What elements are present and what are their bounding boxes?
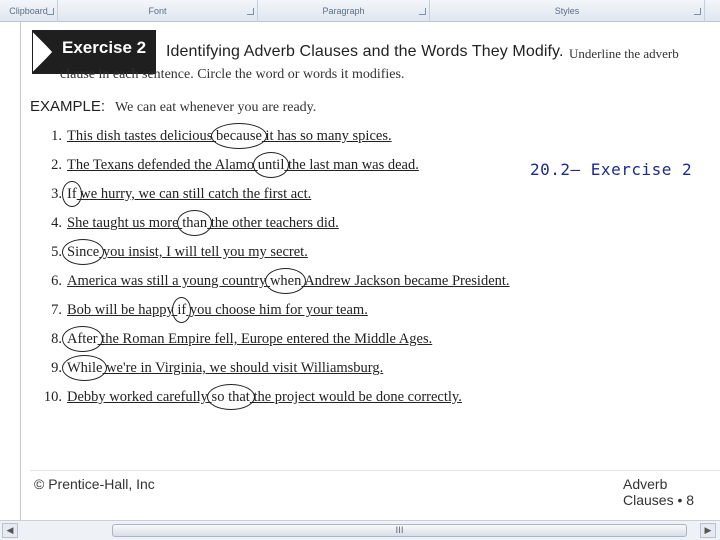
list-item: 8. After the Roman Empire fell, Europe en… — [30, 326, 433, 352]
sentence-part: The Texans defended the Alamo — [67, 157, 258, 173]
slide-canvas — [20, 22, 720, 520]
adverb-clause: the other teachers did. — [207, 215, 339, 231]
sentence-part: This dish tastes delicious — [67, 128, 217, 144]
list-item: 10. Debby worked carefully so that the pr… — [30, 384, 462, 410]
example-tag: EXAMPLE: — [30, 98, 106, 115]
adverb-clause: it has so many spices. — [261, 128, 392, 144]
slide-title: 20.2– Exercise 2 — [530, 160, 693, 179]
list-item: 2. The Texans defended the Alamo until th… — [30, 152, 419, 178]
adverb-clause: you insist, I will tell you my secret. — [99, 244, 308, 260]
ribbon-group-clipboard[interactable]: Clipboard — [0, 0, 58, 22]
item-number: 1. — [51, 128, 62, 144]
scrollbar-thumb[interactable]: III — [112, 524, 687, 537]
list-item: 7. Bob will be happy if you choose him fo… — [30, 297, 368, 323]
instruction-line-2: clause in each sentence. Circle the word… — [60, 67, 405, 82]
item-number: 3. — [51, 186, 62, 202]
exercise-badge-label: Exercise 2 — [62, 38, 147, 57]
ribbon-group-bar: Clipboard Font Paragraph Styles — [0, 0, 720, 22]
dialog-launcher-icon[interactable] — [47, 8, 54, 15]
item-number: 7. — [51, 302, 62, 318]
ribbon-group-label: Styles — [554, 6, 580, 16]
item-number: 6. — [51, 273, 62, 289]
sentence-part: Debby worked carefully — [67, 389, 212, 405]
exercise-heading: Identifying Adverb Clauses and the Words… — [166, 43, 564, 60]
circled-word: After — [62, 326, 103, 352]
instruction-line-1: Underline the adverb — [569, 46, 679, 61]
ribbon-group-font[interactable]: Font — [58, 0, 258, 22]
list-item: 9. While we're in Virginia, we should vis… — [30, 355, 384, 381]
adverb-clause: we're in Virginia, we should visit Willi… — [102, 360, 384, 376]
dialog-launcher-icon[interactable] — [694, 8, 701, 15]
example-text: We can eat whenever you are ready. — [115, 100, 317, 115]
dialog-launcher-icon[interactable] — [247, 8, 254, 15]
adverb-clause: the project would be done correctly. — [249, 389, 462, 405]
circled-word: when — [264, 268, 307, 294]
adverb-clause: you choose him for your team. — [186, 302, 368, 318]
sentence-part: Bob will be happy — [67, 302, 178, 318]
circled-word: if — [172, 297, 192, 323]
circled-word: While — [61, 355, 108, 381]
adverb-clause: we hurry, we can still catch the first a… — [76, 186, 312, 202]
sentence-part: She taught us more — [67, 215, 183, 231]
footer-page-label: Adverb Clauses • 8 — [623, 476, 695, 508]
adverb-clause: the Roman Empire fell, Europe entered th… — [97, 331, 433, 347]
horizontal-scrollbar[interactable]: ◀ III ▶ — [0, 520, 720, 540]
footer-divider — [30, 470, 720, 471]
ribbon-group-styles[interactable]: Styles — [430, 0, 705, 22]
circled-word: than — [177, 210, 213, 236]
item-number: 8. — [51, 331, 62, 347]
circled-word: so that — [206, 384, 256, 410]
scroll-left-icon[interactable]: ◀ — [2, 523, 18, 538]
list-item: 5. Since you insist, I will tell you my s… — [30, 239, 308, 265]
ribbon-group-label: Clipboard — [9, 6, 48, 16]
ribbon-group-label: Font — [148, 6, 167, 16]
circled-word: Since — [61, 239, 105, 265]
item-number: 2. — [51, 157, 62, 173]
footer-copyright: © Prentice-Hall, Inc — [34, 476, 155, 492]
item-number: 10. — [43, 389, 62, 405]
sentence-part: America was still a young country — [67, 273, 270, 289]
ribbon-group-paragraph[interactable]: Paragraph — [258, 0, 430, 22]
list-item: 6. America was still a young country when… — [30, 268, 510, 294]
item-number: 5. — [51, 244, 62, 260]
example-line: EXAMPLE: We can eat whenever you are read… — [30, 98, 316, 116]
scroll-right-icon[interactable]: ▶ — [700, 523, 716, 538]
dialog-launcher-icon[interactable] — [419, 8, 426, 15]
adverb-clause: Andrew Jackson became President. — [301, 273, 510, 289]
circled-word: If — [62, 181, 82, 207]
adverb-clause: the last man was dead. — [284, 157, 419, 173]
item-number: 4. — [51, 215, 62, 231]
circled-word: until — [252, 152, 289, 178]
list-item: 1. This dish tastes delicious because it … — [30, 123, 392, 149]
page-edge — [20, 22, 21, 520]
ribbon-group-label: Paragraph — [322, 6, 365, 16]
list-item: 4. She taught us more than the other teac… — [30, 210, 339, 236]
item-number: 9. — [51, 360, 62, 376]
list-item: 3. If we hurry, we can still catch the fi… — [30, 181, 312, 207]
thumb-grip-icon: III — [395, 525, 404, 536]
circled-word: because — [211, 123, 267, 149]
